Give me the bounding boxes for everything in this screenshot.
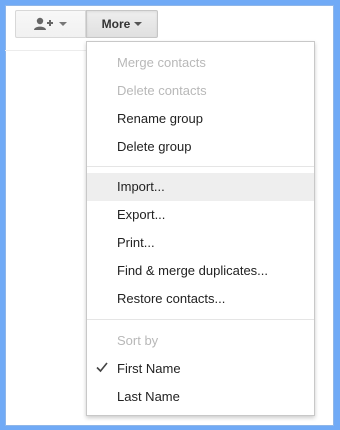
menu-item-rename-group[interactable]: Rename group bbox=[87, 105, 314, 133]
menu-item-sort-first-name[interactable]: First Name bbox=[87, 355, 314, 383]
add-person-icon bbox=[34, 17, 53, 30]
menu-item-merge-contacts: Merge contacts bbox=[117, 55, 206, 70]
toolbar-divider bbox=[5, 50, 87, 51]
menu-item-restore-contacts[interactable]: Restore contacts... bbox=[87, 285, 314, 313]
menu-item-delete-group[interactable]: Delete group bbox=[87, 133, 314, 161]
menu-item-export[interactable]: Export... bbox=[87, 201, 314, 229]
checkmark-icon bbox=[96, 362, 108, 373]
more-button[interactable]: More bbox=[86, 10, 158, 38]
menu-separator bbox=[87, 319, 314, 320]
add-contact-button[interactable] bbox=[15, 10, 86, 38]
more-button-label: More bbox=[101, 17, 131, 31]
menu-item-delete-contacts: Delete contacts bbox=[117, 83, 207, 98]
menu-item-import[interactable]: Import... bbox=[87, 173, 314, 201]
chevron-down-icon bbox=[134, 22, 143, 26]
menu-item-print[interactable]: Print... bbox=[87, 229, 314, 257]
menu-separator bbox=[87, 166, 314, 167]
menu-heading-sort-by: Sort by bbox=[117, 333, 159, 348]
more-dropdown-menu: Merge contacts Delete contacts Rename gr… bbox=[86, 41, 315, 416]
menu-item-find-merge-duplicates[interactable]: Find & merge duplicates... bbox=[87, 257, 314, 285]
menu-item-label: First Name bbox=[117, 361, 181, 376]
menu-item-sort-last-name[interactable]: Last Name bbox=[87, 383, 314, 411]
chevron-down-icon bbox=[59, 22, 67, 26]
